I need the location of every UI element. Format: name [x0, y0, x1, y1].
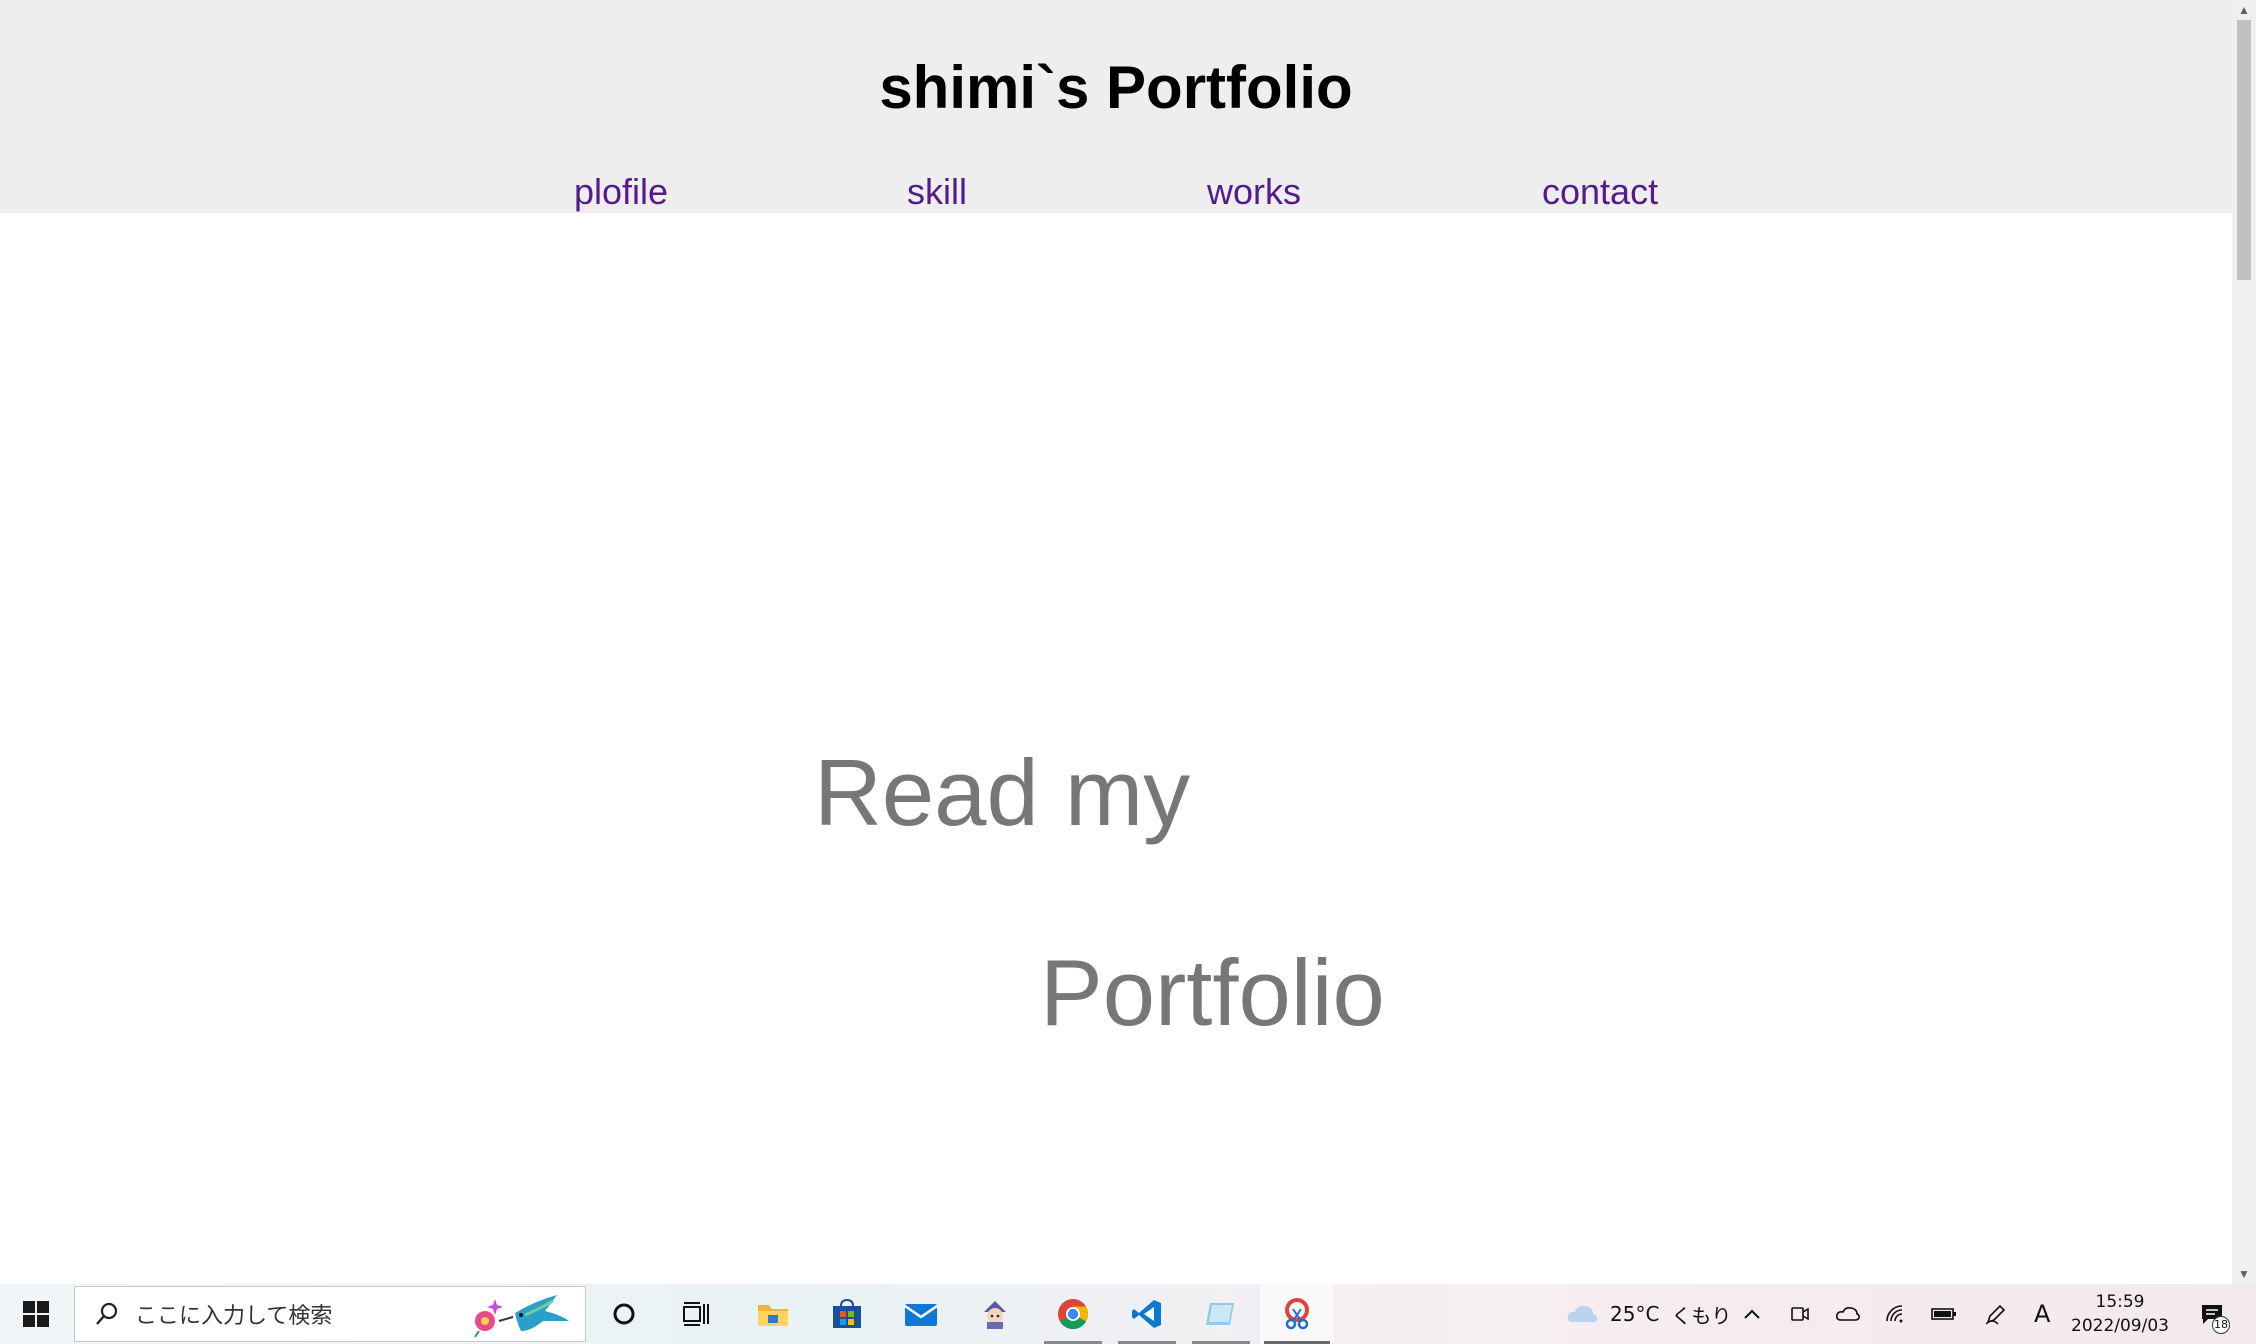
scroll-down-arrow-icon[interactable]: ▼: [2232, 1264, 2256, 1284]
microsoft-store-taskbar-button[interactable]: [810, 1284, 884, 1344]
site-title: shimi`s Portfolio: [879, 54, 1353, 121]
cortana-button[interactable]: [588, 1284, 660, 1344]
task-view-button[interactable]: [660, 1284, 732, 1344]
game-app-taskbar-button[interactable]: [958, 1284, 1032, 1344]
scroll-up-arrow-icon[interactable]: ▲: [2232, 0, 2256, 20]
vscode-taskbar-button[interactable]: [1110, 1284, 1184, 1344]
hero-line-2: Portfolio: [1040, 940, 1385, 1045]
windows-logo-icon: [23, 1301, 49, 1327]
weather-widget[interactable]: 25°C くもり: [1610, 1284, 1731, 1344]
taskbar-clock[interactable]: 15:59 2022/09/03: [2060, 1290, 2180, 1338]
snipping-tool-taskbar-button[interactable]: [1260, 1284, 1334, 1344]
mail-envelope-icon: [904, 1304, 938, 1326]
wifi-signal-icon[interactable]: [1876, 1284, 1916, 1344]
notification-count-badge: 18: [2212, 1316, 2230, 1334]
search-icon: [87, 1300, 127, 1328]
hero-line-1: Read my: [814, 740, 1191, 845]
nav-link-skill[interactable]: skill: [907, 168, 967, 216]
browser-viewport: shimi`s Portfolio plofile skill works co…: [0, 0, 2232, 1284]
ime-indicator[interactable]: A: [2034, 1284, 2050, 1344]
folder-icon: [758, 1305, 788, 1326]
chrome-icon: [1058, 1299, 1089, 1330]
store-bag-icon: [833, 1298, 861, 1328]
show-hidden-icons-chevron-icon[interactable]: [1732, 1284, 1772, 1344]
meet-now-camera-icon[interactable]: [1780, 1284, 1820, 1344]
taskbar-search-box[interactable]: ここに入力して検索: [74, 1286, 586, 1342]
sticky-notes-taskbar-button[interactable]: [1184, 1284, 1258, 1344]
weather-condition: くもり: [1671, 1303, 1732, 1328]
mail-taskbar-button[interactable]: [884, 1284, 958, 1344]
search-placeholder: ここに入力して検索: [135, 1304, 333, 1329]
task-view-icon: [683, 1302, 709, 1326]
cortana-circle-icon: [613, 1303, 635, 1325]
file-explorer-taskbar-button[interactable]: [736, 1284, 810, 1344]
search-highlight-art-icon: [474, 1295, 569, 1338]
taskbar: ここに入力して検索 25°C くもり A 15:59 2022/09/03 18: [0, 1284, 2256, 1344]
notification-center-button[interactable]: 18: [2188, 1284, 2236, 1344]
snipping-scissors-icon: [1285, 1298, 1309, 1330]
battery-icon[interactable]: [1924, 1284, 1964, 1344]
nav-link-profile[interactable]: plofile: [574, 168, 668, 216]
clock-time: 15:59: [2095, 1292, 2145, 1312]
pen-workspace-icon[interactable]: [1976, 1284, 2016, 1344]
sticky-note-icon: [1206, 1303, 1234, 1325]
vertical-scrollbar[interactable]: ▲ ▼: [2232, 0, 2256, 1284]
vscode-icon: [1132, 1300, 1161, 1328]
nav-link-contact[interactable]: contact: [1542, 168, 1658, 216]
start-button[interactable]: [0, 1284, 72, 1344]
weather-temperature: 25°C: [1610, 1302, 1660, 1326]
nav-link-works[interactable]: works: [1207, 168, 1301, 216]
game-character-icon: [984, 1301, 1006, 1329]
onedrive-cloud-icon[interactable]: [1828, 1284, 1868, 1344]
scroll-thumb[interactable]: [2237, 20, 2251, 280]
weather-cloud-icon[interactable]: [1562, 1284, 1602, 1344]
chrome-taskbar-button[interactable]: [1036, 1284, 1110, 1344]
site-header: shimi`s Portfolio plofile skill works co…: [0, 0, 2232, 213]
clock-date: 2022/09/03: [2071, 1316, 2169, 1336]
